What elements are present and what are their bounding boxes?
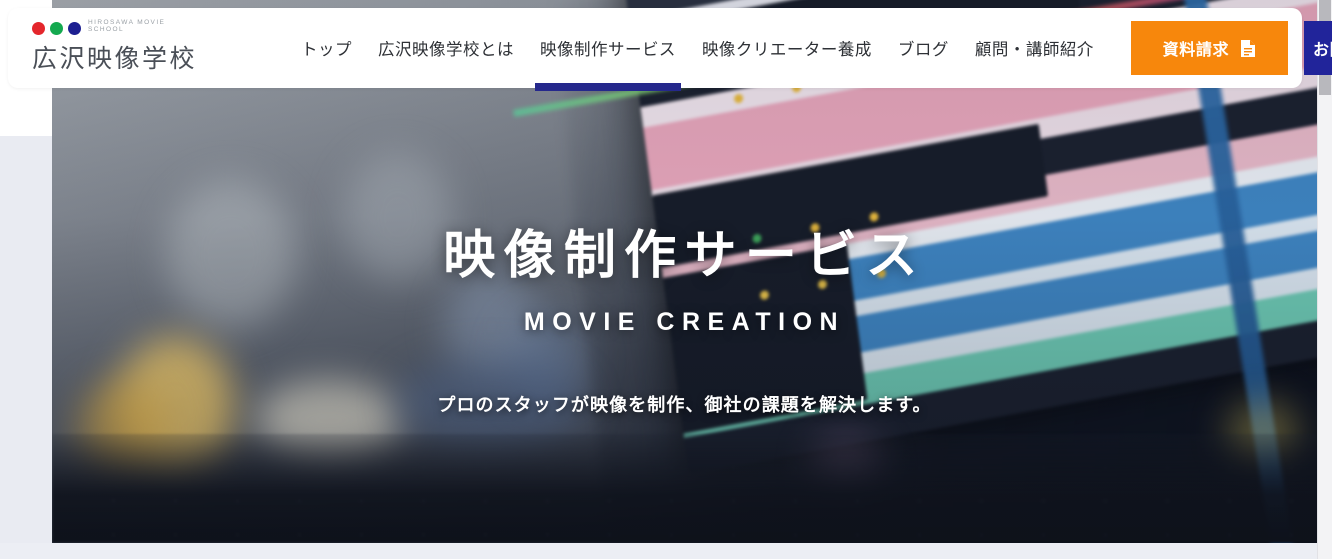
brand-japanese-name: 広沢映像学校 [32, 44, 198, 73]
blue-dot [68, 22, 81, 35]
nav-item-teachers[interactable]: 顧問・講師紹介 [962, 8, 1107, 88]
green-dot [50, 22, 63, 35]
brand-english-name: HIROSAWA MOVIE SCHOOL [88, 18, 166, 33]
page-scrollbar[interactable] [1317, 0, 1332, 559]
nav-item-top[interactable]: トップ [288, 8, 365, 88]
site-header: HIROSAWA MOVIE SCHOOL 広沢映像学校 トップ 広沢映像学校と… [8, 8, 1332, 91]
brand-top-row: HIROSAWA MOVIE SCHOOL [32, 18, 202, 36]
page-background-bottom [0, 543, 1317, 559]
header-cta-group: 資料請求 お問い合わせ [1130, 21, 1332, 75]
nav-item-blog[interactable]: ブログ [885, 8, 962, 88]
contact-button[interactable]: お問い合わせ [1303, 21, 1332, 75]
page-root: 映像制作サービス MOVIE CREATION プロのスタッフが映像を制作、御社… [0, 0, 1332, 559]
nav-item-services[interactable]: 映像制作サービス [527, 8, 689, 91]
red-dot [32, 22, 45, 35]
document-request-button[interactable]: 資料請求 [1130, 21, 1288, 75]
document-request-label: 資料請求 [1162, 42, 1230, 59]
brand-logo[interactable]: HIROSAWA MOVIE SCHOOL 広沢映像学校 [32, 18, 202, 75]
nav-item-training[interactable]: 映像クリエーター養成 [689, 8, 885, 88]
nav-item-about[interactable]: 広沢映像学校とは [365, 8, 527, 88]
brand-dots [32, 22, 81, 35]
contact-label: お問い合わせ [1312, 42, 1332, 59]
main-navigation: トップ 広沢映像学校とは 映像制作サービス 映像クリエーター養成 ブログ 顧問・… [288, 8, 1107, 91]
document-icon [1240, 39, 1256, 58]
